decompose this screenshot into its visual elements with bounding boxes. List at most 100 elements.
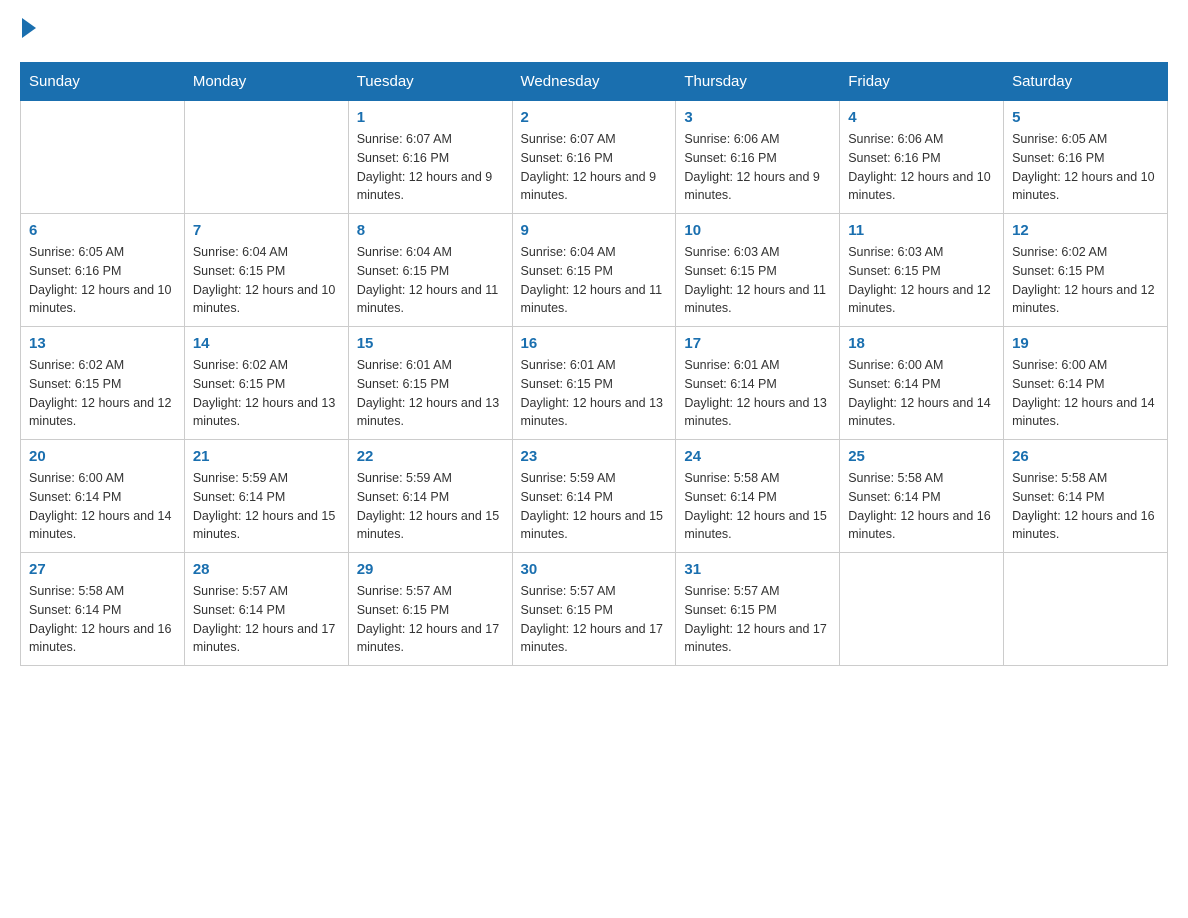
- calendar-cell: 13 Sunrise: 6:02 AMSunset: 6:15 PMDayligh…: [21, 327, 185, 440]
- calendar-cell: 5Sunrise: 6:05 AMSunset: 6:16 PMDaylight…: [1004, 101, 1168, 214]
- calendar-cell: 20 Sunrise: 6:00 AMSunset: 6:14 PMDayligh…: [21, 440, 185, 553]
- calendar-cell: 12Sunrise: 6:02 AMSunset: 6:15 PMDayligh…: [1004, 214, 1168, 327]
- day-header-wednesday: Wednesday: [512, 63, 676, 101]
- calendar-cell: 28 Sunrise: 5:57 AMSunset: 6:14 PMDayligh…: [184, 553, 348, 666]
- cell-day-number: 29: [357, 561, 504, 578]
- cell-day-number: 8: [357, 222, 504, 239]
- calendar-cell: 16 Sunrise: 6:01 AMSunset: 6:15 PMDayligh…: [512, 327, 676, 440]
- cell-day-number: 24: [684, 448, 831, 465]
- cell-day-number: 19: [1012, 335, 1159, 352]
- calendar-cell: [840, 553, 1004, 666]
- calendar-cell: 26 Sunrise: 5:58 AMSunset: 6:14 PMDayligh…: [1004, 440, 1168, 553]
- calendar-cell: 2 Sunrise: 6:07 AMSunset: 6:16 PMDaylight…: [512, 101, 676, 214]
- cell-day-number: 2: [521, 109, 668, 126]
- cell-sun-info: Sunrise: 6:03 AMSunset: 6:15 PMDaylight:…: [848, 243, 995, 318]
- cell-sun-info: Sunrise: 6:01 AMSunset: 6:15 PMDaylight:…: [357, 356, 504, 431]
- logo-arrow-icon: [22, 18, 36, 38]
- calendar-cell: 18 Sunrise: 6:00 AMSunset: 6:14 PMDayligh…: [840, 327, 1004, 440]
- day-header-saturday: Saturday: [1004, 63, 1168, 101]
- cell-day-number: 23: [521, 448, 668, 465]
- calendar-cell: 14 Sunrise: 6:02 AMSunset: 6:15 PMDayligh…: [184, 327, 348, 440]
- cell-sun-info: Sunrise: 5:58 AMSunset: 6:14 PMDaylight:…: [684, 469, 831, 544]
- cell-day-number: 21: [193, 448, 340, 465]
- cell-sun-info: Sunrise: 6:00 AMSunset: 6:14 PMDaylight:…: [29, 469, 176, 544]
- calendar-cell: 6 Sunrise: 6:05 AMSunset: 6:16 PMDaylight…: [21, 214, 185, 327]
- calendar-cell: 31Sunrise: 5:57 AMSunset: 6:15 PMDayligh…: [676, 553, 840, 666]
- cell-sun-info: Sunrise: 6:05 AMSunset: 6:16 PMDaylight:…: [1012, 130, 1159, 205]
- cell-sun-info: Sunrise: 6:04 AMSunset: 6:15 PMDaylight:…: [357, 243, 504, 318]
- day-header-monday: Monday: [184, 63, 348, 101]
- calendar-table: SundayMondayTuesdayWednesdayThursdayFrid…: [20, 62, 1168, 666]
- week-row-3: 13 Sunrise: 6:02 AMSunset: 6:15 PMDayligh…: [21, 327, 1168, 440]
- cell-day-number: 14: [193, 335, 340, 352]
- cell-sun-info: Sunrise: 6:04 AMSunset: 6:15 PMDaylight:…: [521, 243, 668, 318]
- cell-sun-info: Sunrise: 6:01 AMSunset: 6:14 PMDaylight:…: [684, 356, 831, 431]
- cell-day-number: 18: [848, 335, 995, 352]
- cell-sun-info: Sunrise: 6:07 AMSunset: 6:16 PMDaylight:…: [521, 130, 668, 205]
- calendar-cell: 3Sunrise: 6:06 AMSunset: 6:16 PMDaylight…: [676, 101, 840, 214]
- day-header-friday: Friday: [840, 63, 1004, 101]
- cell-sun-info: Sunrise: 6:05 AMSunset: 6:16 PMDaylight:…: [29, 243, 176, 318]
- calendar-cell: 22Sunrise: 5:59 AMSunset: 6:14 PMDayligh…: [348, 440, 512, 553]
- cell-sun-info: Sunrise: 5:57 AMSunset: 6:15 PMDaylight:…: [521, 582, 668, 657]
- logo: [20, 20, 36, 42]
- cell-day-number: 17: [684, 335, 831, 352]
- calendar-cell: 10 Sunrise: 6:03 AMSunset: 6:15 PMDayligh…: [676, 214, 840, 327]
- calendar-cell: 27 Sunrise: 5:58 AMSunset: 6:14 PMDayligh…: [21, 553, 185, 666]
- cell-day-number: 27: [29, 561, 176, 578]
- cell-sun-info: Sunrise: 5:58 AMSunset: 6:14 PMDaylight:…: [29, 582, 176, 657]
- calendar-cell: 30 Sunrise: 5:57 AMSunset: 6:15 PMDayligh…: [512, 553, 676, 666]
- cell-day-number: 12: [1012, 222, 1159, 239]
- calendar-cell: [21, 101, 185, 214]
- calendar-cell: 15 Sunrise: 6:01 AMSunset: 6:15 PMDayligh…: [348, 327, 512, 440]
- cell-sun-info: Sunrise: 5:57 AMSunset: 6:15 PMDaylight:…: [684, 582, 831, 657]
- calendar-cell: 17 Sunrise: 6:01 AMSunset: 6:14 PMDayligh…: [676, 327, 840, 440]
- cell-sun-info: Sunrise: 5:58 AMSunset: 6:14 PMDaylight:…: [1012, 469, 1159, 544]
- cell-day-number: 3: [684, 109, 831, 126]
- cell-sun-info: Sunrise: 6:04 AMSunset: 6:15 PMDaylight:…: [193, 243, 340, 318]
- cell-day-number: 28: [193, 561, 340, 578]
- cell-sun-info: Sunrise: 6:02 AMSunset: 6:15 PMDaylight:…: [193, 356, 340, 431]
- calendar-header-row: SundayMondayTuesdayWednesdayThursdayFrid…: [21, 63, 1168, 101]
- cell-sun-info: Sunrise: 5:57 AMSunset: 6:14 PMDaylight:…: [193, 582, 340, 657]
- cell-day-number: 10: [684, 222, 831, 239]
- cell-day-number: 16: [521, 335, 668, 352]
- cell-day-number: 15: [357, 335, 504, 352]
- calendar-cell: 11Sunrise: 6:03 AMSunset: 6:15 PMDayligh…: [840, 214, 1004, 327]
- cell-day-number: 22: [357, 448, 504, 465]
- calendar-cell: 24 Sunrise: 5:58 AMSunset: 6:14 PMDayligh…: [676, 440, 840, 553]
- cell-sun-info: Sunrise: 6:00 AMSunset: 6:14 PMDaylight:…: [1012, 356, 1159, 431]
- calendar-cell: 4 Sunrise: 6:06 AMSunset: 6:16 PMDaylight…: [840, 101, 1004, 214]
- calendar-cell: 9Sunrise: 6:04 AMSunset: 6:15 PMDaylight…: [512, 214, 676, 327]
- cell-day-number: 7: [193, 222, 340, 239]
- week-row-1: 1 Sunrise: 6:07 AMSunset: 6:16 PMDaylight…: [21, 101, 1168, 214]
- week-row-2: 6 Sunrise: 6:05 AMSunset: 6:16 PMDaylight…: [21, 214, 1168, 327]
- cell-sun-info: Sunrise: 5:58 AMSunset: 6:14 PMDaylight:…: [848, 469, 995, 544]
- calendar-cell: 23Sunrise: 5:59 AMSunset: 6:14 PMDayligh…: [512, 440, 676, 553]
- cell-day-number: 6: [29, 222, 176, 239]
- day-header-thursday: Thursday: [676, 63, 840, 101]
- cell-day-number: 30: [521, 561, 668, 578]
- calendar-cell: 25Sunrise: 5:58 AMSunset: 6:14 PMDayligh…: [840, 440, 1004, 553]
- calendar-cell: 29 Sunrise: 5:57 AMSunset: 6:15 PMDayligh…: [348, 553, 512, 666]
- day-header-sunday: Sunday: [21, 63, 185, 101]
- calendar-cell: [184, 101, 348, 214]
- cell-sun-info: Sunrise: 6:02 AMSunset: 6:15 PMDaylight:…: [29, 356, 176, 431]
- calendar-cell: 19 Sunrise: 6:00 AMSunset: 6:14 PMDayligh…: [1004, 327, 1168, 440]
- cell-sun-info: Sunrise: 6:03 AMSunset: 6:15 PMDaylight:…: [684, 243, 831, 318]
- cell-sun-info: Sunrise: 6:06 AMSunset: 6:16 PMDaylight:…: [848, 130, 995, 205]
- cell-day-number: 20: [29, 448, 176, 465]
- cell-day-number: 4: [848, 109, 995, 126]
- page-header: [20, 20, 1168, 42]
- cell-day-number: 1: [357, 109, 504, 126]
- calendar-cell: [1004, 553, 1168, 666]
- day-header-tuesday: Tuesday: [348, 63, 512, 101]
- week-row-5: 27 Sunrise: 5:58 AMSunset: 6:14 PMDayligh…: [21, 553, 1168, 666]
- calendar-cell: 21Sunrise: 5:59 AMSunset: 6:14 PMDayligh…: [184, 440, 348, 553]
- cell-sun-info: Sunrise: 5:57 AMSunset: 6:15 PMDaylight:…: [357, 582, 504, 657]
- cell-sun-info: Sunrise: 6:00 AMSunset: 6:14 PMDaylight:…: [848, 356, 995, 431]
- cell-day-number: 13: [29, 335, 176, 352]
- cell-sun-info: Sunrise: 6:07 AMSunset: 6:16 PMDaylight:…: [357, 130, 504, 205]
- cell-sun-info: Sunrise: 6:01 AMSunset: 6:15 PMDaylight:…: [521, 356, 668, 431]
- cell-day-number: 26: [1012, 448, 1159, 465]
